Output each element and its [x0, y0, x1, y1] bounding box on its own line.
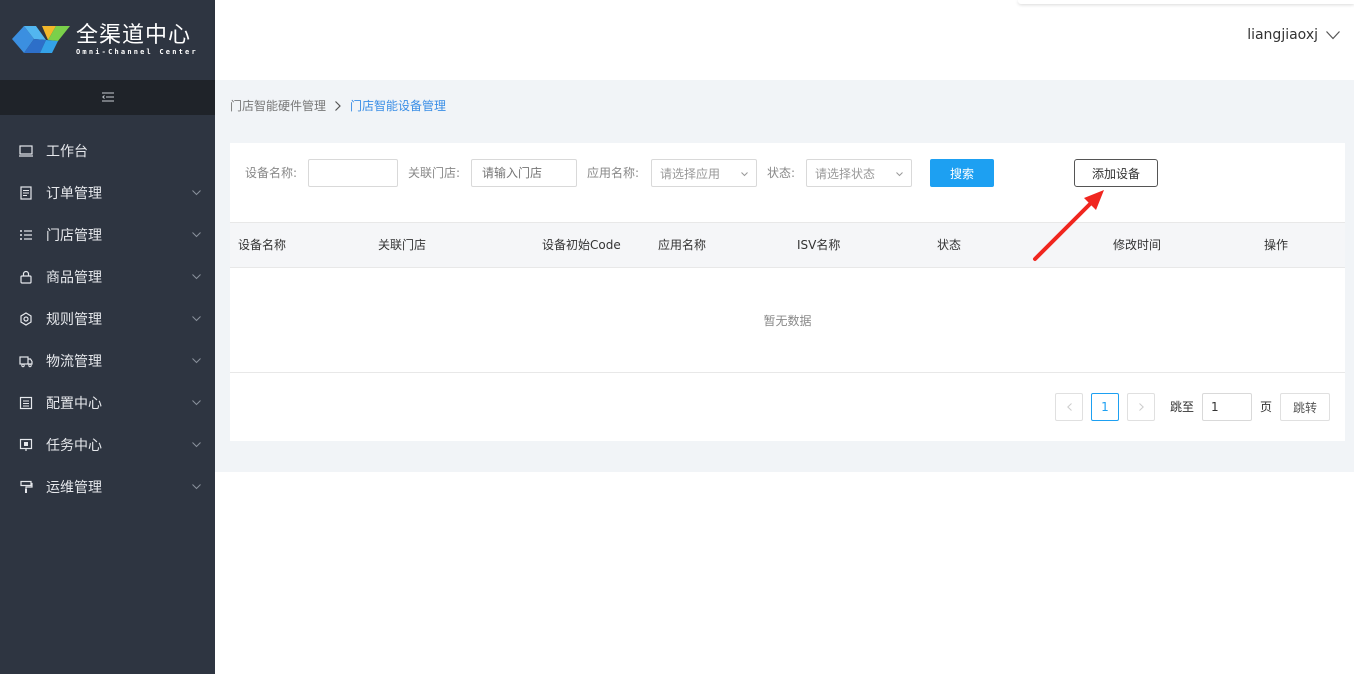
- chevron-down-icon: [191, 272, 201, 282]
- chevron-down-icon: [896, 166, 903, 180]
- user-menu[interactable]: liangjiaoxj: [1247, 27, 1340, 43]
- column-header: 修改时间: [1113, 238, 1162, 252]
- status-select-placeholder: 请选择状态: [815, 166, 876, 181]
- app-select-placeholder: 请选择应用: [660, 166, 721, 181]
- chevron-down-icon: [1326, 30, 1340, 40]
- sidebar-item-label: 门店管理: [46, 228, 102, 244]
- truck-icon: [18, 353, 34, 369]
- sidebar-item-stores[interactable]: 门店管理: [0, 214, 215, 256]
- sidebar-item-rules[interactable]: 规则管理: [0, 298, 215, 340]
- app-select[interactable]: 请选择应用: [651, 159, 757, 187]
- page-unit-label: 页: [1260, 400, 1273, 414]
- lock-bag-icon: [18, 269, 34, 285]
- column-header: ISV名称: [797, 238, 841, 252]
- empty-text: 暂无数据: [763, 313, 812, 328]
- sidebar-item-config[interactable]: 配置中心: [0, 382, 215, 424]
- order-doc-icon: [18, 185, 34, 201]
- chevron-right-icon: [1138, 400, 1144, 414]
- logo[interactable]: 全渠道中心 Omni-Channel Center: [0, 0, 215, 80]
- page-number-button[interactable]: 1: [1091, 393, 1119, 421]
- device-name-label: 设备名称:: [245, 166, 298, 180]
- store-label: 关联门店:: [408, 166, 461, 180]
- jump-button[interactable]: 跳转: [1280, 393, 1330, 421]
- sidebar-item-tasks[interactable]: 任务中心: [0, 424, 215, 466]
- sidebar-item-label: 订单管理: [46, 186, 102, 202]
- sidebar-item-orders[interactable]: 订单管理: [0, 172, 215, 214]
- sidebar-item-products[interactable]: 商品管理: [0, 256, 215, 298]
- sidebar-item-workbench[interactable]: 工作台: [0, 130, 215, 172]
- store-input[interactable]: [471, 159, 577, 187]
- device-name-input[interactable]: [308, 159, 398, 187]
- logo-subtitle: Omni-Channel Center: [76, 48, 198, 56]
- device-table: 设备名称 关联门店 设备初始Code 应用名称 ISV名称 状态 修改时间 操作…: [230, 222, 1345, 373]
- table-empty-state: 暂无数据: [230, 268, 1345, 373]
- chevron-down-icon: [191, 314, 201, 324]
- status-label: 状态:: [767, 166, 796, 180]
- sidebar-collapse-toggle[interactable]: [0, 80, 215, 115]
- chevron-down-icon: [191, 356, 201, 366]
- column-header: 状态: [937, 238, 962, 252]
- app-name-label: 应用名称:: [587, 166, 640, 180]
- sidebar-item-label: 物流管理: [46, 354, 102, 370]
- chevron-down-icon: [191, 188, 201, 198]
- column-header: 关联门店: [378, 238, 427, 252]
- jump-to-label: 跳至: [1170, 400, 1195, 414]
- chevron-down-icon: [191, 482, 201, 492]
- column-header: 应用名称: [658, 238, 707, 252]
- sidebar-item-label: 运维管理: [46, 480, 102, 496]
- top-header: liangjiaoxj: [215, 0, 1354, 80]
- chevron-down-icon: [191, 230, 201, 240]
- device-list-card: 设备名称: 关联门店: 应用名称: 请选择应用 状态: 请选择状态 搜索 添加设…: [230, 143, 1345, 441]
- filter-bar: 设备名称: 关联门店: 应用名称: 请选择应用 状态: 请选择状态 搜索 添加设…: [230, 159, 1345, 187]
- monitor-icon: [18, 143, 34, 159]
- add-device-button[interactable]: 添加设备: [1074, 159, 1158, 187]
- sidebar-item-label: 任务中心: [46, 438, 102, 454]
- main-content: 门店智能硬件管理 门店智能设备管理 设备名称: 关联门店: 应用名称: 请选择应…: [215, 80, 1354, 472]
- jump-page-input[interactable]: [1202, 393, 1252, 421]
- sidebar-menu: 工作台 订单管理 门店管理 商品管理 规则管理 物流管理 配置中心 任务中心 运…: [0, 115, 215, 508]
- breadcrumb-current: 门店智能设备管理: [350, 99, 447, 113]
- prev-page-button[interactable]: [1055, 393, 1083, 421]
- table-header: 设备名称 关联门店 设备初始Code 应用名称 ISV名称 状态 修改时间 操作: [230, 222, 1345, 268]
- header-dropdown-edge: [1018, 0, 1354, 4]
- sidebar-item-logistics[interactable]: 物流管理: [0, 340, 215, 382]
- sidebar: 全渠道中心 Omni-Channel Center 工作台 订单管理 门店管理 …: [0, 0, 215, 674]
- sidebar-item-label: 规则管理: [46, 312, 102, 328]
- logo-mark-icon: [12, 23, 70, 57]
- paint-roller-icon: [18, 479, 34, 495]
- sidebar-item-label: 工作台: [46, 144, 88, 160]
- status-select[interactable]: 请选择状态: [806, 159, 912, 187]
- logo-text: 全渠道中心 Omni-Channel Center: [76, 23, 198, 57]
- pagination: 1 跳至 页 跳转: [1055, 393, 1345, 421]
- column-header: 设备初始Code: [542, 238, 621, 252]
- menu-fold-icon: [101, 91, 114, 105]
- sidebar-item-label: 商品管理: [46, 270, 102, 286]
- column-header: 操作: [1264, 238, 1289, 252]
- breadcrumb: 门店智能硬件管理 门店智能设备管理: [230, 97, 446, 114]
- column-header: 设备名称: [238, 238, 287, 252]
- search-button[interactable]: 搜索: [930, 159, 994, 187]
- sidebar-item-label: 配置中心: [46, 396, 102, 412]
- gear-icon: [18, 311, 34, 327]
- task-screen-icon: [18, 437, 34, 453]
- chevron-down-icon: [741, 166, 748, 180]
- breadcrumb-parent[interactable]: 门店智能硬件管理: [230, 97, 326, 114]
- chevron-right-icon: [335, 100, 341, 111]
- sidebar-item-ops[interactable]: 运维管理: [0, 466, 215, 508]
- config-doc-icon: [18, 395, 34, 411]
- logo-title: 全渠道中心: [76, 23, 192, 48]
- username: liangjiaoxj: [1247, 27, 1318, 43]
- chevron-left-icon: [1066, 400, 1072, 414]
- list-icon: [18, 227, 34, 243]
- next-page-button[interactable]: [1127, 393, 1155, 421]
- chevron-down-icon: [191, 398, 201, 408]
- chevron-down-icon: [191, 440, 201, 450]
